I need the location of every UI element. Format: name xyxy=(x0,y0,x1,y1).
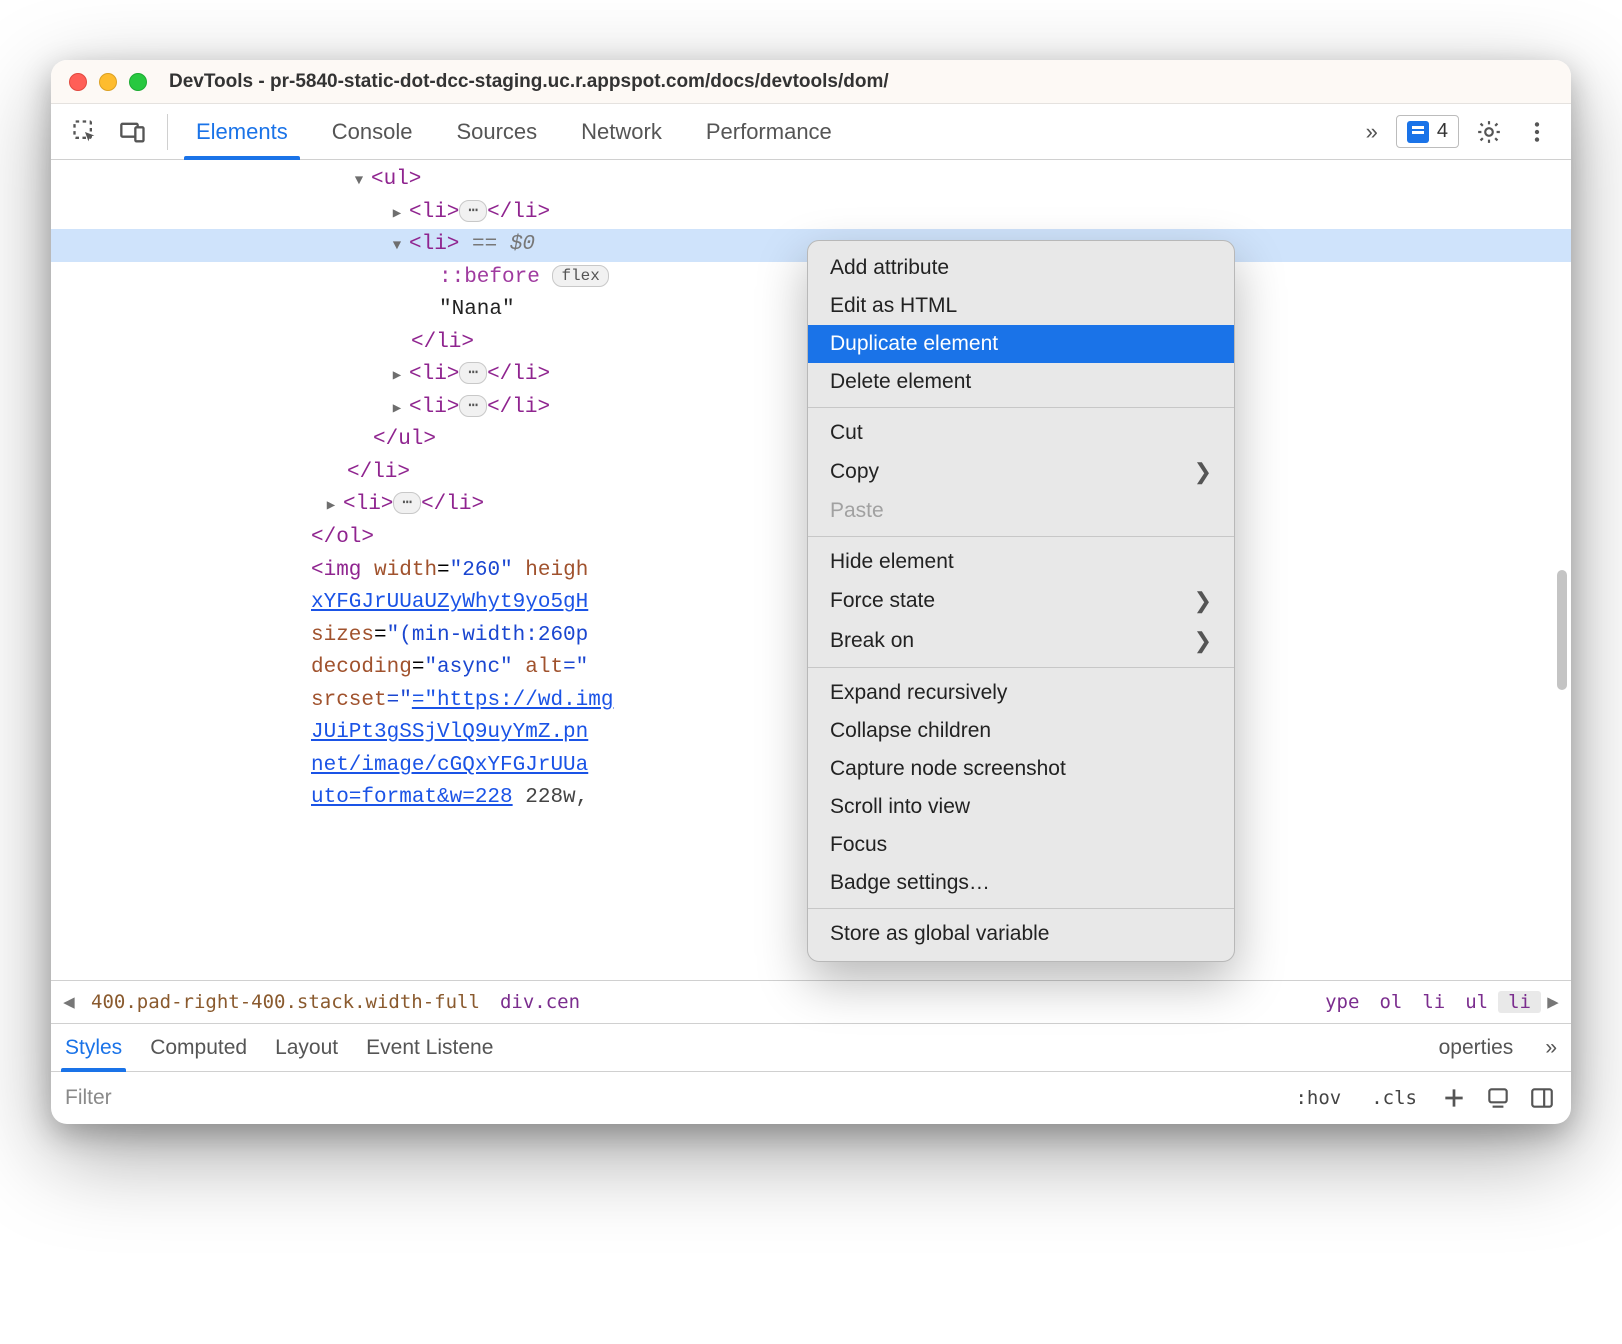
styles-subtabs: Styles Computed Layout Event Listene ope… xyxy=(51,1024,1571,1072)
ctx-hide-element[interactable]: Hide element xyxy=(808,543,1234,581)
ctx-add-attribute[interactable]: Add attribute xyxy=(808,249,1234,287)
ctx-capture-screenshot[interactable]: Capture node screenshot xyxy=(808,750,1234,788)
devtools-window: DevTools - pr-5840-static-dot-dcc-stagin… xyxy=(51,60,1571,1124)
ctx-edit-as-html[interactable]: Edit as HTML xyxy=(808,287,1234,325)
ctx-delete-element[interactable]: Delete element xyxy=(808,363,1234,401)
chevron-right-icon: ❯ xyxy=(1194,628,1212,654)
context-menu: Add attribute Edit as HTML Duplicate ele… xyxy=(807,240,1235,962)
close-window-button[interactable] xyxy=(69,73,87,91)
dom-node[interactable]: </li> xyxy=(347,461,410,484)
breadcrumb-segment[interactable]: div.cen xyxy=(490,991,590,1013)
ctx-store-global[interactable]: Store as global variable xyxy=(808,915,1234,953)
flex-badge[interactable]: flex xyxy=(552,265,608,287)
ctx-focus[interactable]: Focus xyxy=(808,826,1234,864)
tab-elements[interactable]: Elements xyxy=(174,104,310,160)
tab-performance[interactable]: Performance xyxy=(684,104,854,160)
ellipsis-badge[interactable]: ⋯ xyxy=(459,362,487,384)
tabs-overflow-icon[interactable]: » xyxy=(1360,119,1384,145)
toggle-sidebar-icon[interactable] xyxy=(1527,1083,1557,1113)
minimize-window-button[interactable] xyxy=(99,73,117,91)
cls-toggle[interactable]: .cls xyxy=(1363,1083,1425,1113)
subtab-computed[interactable]: Computed xyxy=(150,1024,247,1072)
ctx-paste: Paste xyxy=(808,492,1234,530)
ctx-duplicate-element[interactable]: Duplicate element xyxy=(808,325,1234,363)
dom-node[interactable]: </ul> xyxy=(373,428,436,451)
pseudo-before[interactable]: ::before xyxy=(439,266,540,289)
breadcrumb-right-arrow-icon[interactable]: ▶ xyxy=(1541,991,1565,1013)
dom-breadcrumb: ◀ 400.pad-right-400.stack.width-full div… xyxy=(51,980,1571,1024)
zoom-window-button[interactable] xyxy=(129,73,147,91)
dom-node[interactable]: </li> xyxy=(411,331,474,354)
subtabs-overflow-icon[interactable]: » xyxy=(1545,1036,1557,1060)
ctx-force-state[interactable]: Force state❯ xyxy=(808,581,1234,621)
window-title: DevTools - pr-5840-static-dot-dcc-stagin… xyxy=(169,71,889,93)
tab-console[interactable]: Console xyxy=(310,104,435,160)
titlebar: DevTools - pr-5840-static-dot-dcc-stagin… xyxy=(51,60,1571,104)
breadcrumb-segment[interactable]: ol xyxy=(1369,991,1412,1013)
ctx-badge-settings[interactable]: Badge settings… xyxy=(808,864,1234,902)
subtab-event-listeners[interactable]: Event Listene xyxy=(366,1024,493,1072)
inspect-element-icon[interactable] xyxy=(67,114,103,150)
subtab-layout[interactable]: Layout xyxy=(275,1024,338,1072)
breadcrumb-left-arrow-icon[interactable]: ◀ xyxy=(57,991,81,1013)
traffic-lights xyxy=(69,73,147,91)
chevron-right-icon: ❯ xyxy=(1194,459,1212,485)
dom-node[interactable]: </ol> xyxy=(311,526,374,549)
ctx-break-on[interactable]: Break on❯ xyxy=(808,621,1234,661)
subtab-styles[interactable]: Styles xyxy=(65,1024,122,1072)
issues-count: 4 xyxy=(1437,120,1448,143)
dom-node-selected[interactable]: <li> xyxy=(409,233,459,256)
more-options-icon[interactable] xyxy=(1519,114,1555,150)
ellipsis-badge[interactable]: ⋯ xyxy=(459,200,487,222)
ellipsis-badge[interactable]: ⋯ xyxy=(393,492,421,514)
settings-gear-icon[interactable] xyxy=(1471,114,1507,150)
ellipsis-badge[interactable]: ⋯ xyxy=(459,395,487,417)
subtab-properties[interactable]: operties xyxy=(1439,1024,1514,1072)
styles-filter-input[interactable] xyxy=(65,1086,1273,1110)
styles-filter-bar: :hov .cls xyxy=(51,1072,1571,1124)
ctx-scroll-into-view[interactable]: Scroll into view xyxy=(808,788,1234,826)
ctx-cut[interactable]: Cut xyxy=(808,414,1234,452)
dom-node[interactable]: <ul> xyxy=(371,168,421,191)
ctx-separator xyxy=(808,407,1234,408)
ctx-collapse-children[interactable]: Collapse children xyxy=(808,712,1234,750)
tab-sources[interactable]: Sources xyxy=(434,104,559,160)
breadcrumb-segment[interactable]: ul xyxy=(1455,991,1498,1013)
device-toolbar-icon[interactable] xyxy=(115,114,151,150)
tab-network[interactable]: Network xyxy=(559,104,684,160)
ctx-separator xyxy=(808,667,1234,668)
computed-styles-icon[interactable] xyxy=(1483,1083,1513,1113)
ctx-separator xyxy=(808,536,1234,537)
text-node[interactable]: "Nana" xyxy=(439,298,515,321)
ctx-expand-recursively[interactable]: Expand recursively xyxy=(808,674,1234,712)
scrollbar-thumb[interactable] xyxy=(1557,570,1567,690)
ctx-copy[interactable]: Copy❯ xyxy=(808,452,1234,492)
chevron-right-icon: ❯ xyxy=(1194,588,1212,614)
breadcrumb-segment-current[interactable]: li xyxy=(1498,991,1541,1013)
hov-toggle[interactable]: :hov xyxy=(1287,1083,1349,1113)
issues-icon xyxy=(1407,121,1429,143)
breadcrumb-segment[interactable]: li xyxy=(1412,991,1455,1013)
new-style-rule-icon[interactable] xyxy=(1439,1083,1469,1113)
breadcrumb-segment[interactable]: 400.pad-right-400.stack.width-full xyxy=(81,991,490,1013)
main-toolbar: Elements Console Sources Network Perform… xyxy=(51,104,1571,160)
ctx-separator xyxy=(808,908,1234,909)
issues-badge[interactable]: 4 xyxy=(1396,115,1459,148)
panel-tabs: Elements Console Sources Network Perform… xyxy=(174,104,854,160)
breadcrumb-segment[interactable]: ype xyxy=(1315,991,1369,1013)
